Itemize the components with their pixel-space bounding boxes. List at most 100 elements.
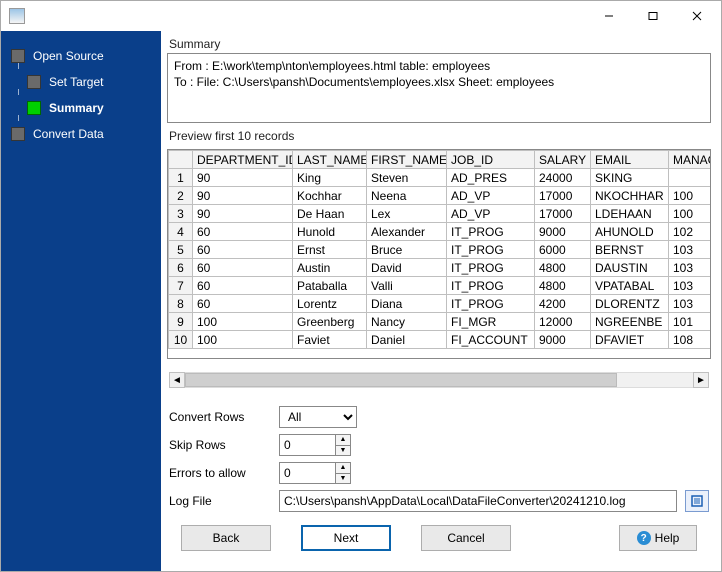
cell: 4200 (535, 295, 591, 313)
errors-allow-input[interactable] (279, 462, 335, 484)
col-header[interactable]: MANAG (669, 151, 712, 169)
row-index: 1 (169, 169, 193, 187)
cell: 90 (193, 205, 293, 223)
help-icon: ? (637, 531, 651, 545)
header-row: DEPARTMENT_ID LAST_NAME FIRST_NAME JOB_I… (169, 151, 712, 169)
cell: 60 (193, 259, 293, 277)
spin-down-icon[interactable]: ▼ (335, 445, 351, 457)
cell: NKOCHHAR (591, 187, 669, 205)
spin-up-icon[interactable]: ▲ (335, 462, 351, 473)
step-box-icon (27, 101, 41, 115)
next-button[interactable]: Next (301, 525, 391, 551)
row-index: 6 (169, 259, 193, 277)
step-box-icon (27, 75, 41, 89)
maximize-button[interactable] (631, 2, 675, 30)
cell: AD_PRES (447, 169, 535, 187)
cell: 4800 (535, 259, 591, 277)
errors-allow-stepper[interactable]: ▲▼ (279, 462, 351, 484)
sidebar-item-set-target[interactable]: Set Target (1, 69, 161, 95)
table-row[interactable]: 190KingStevenAD_PRES24000SKING (169, 169, 712, 187)
cell: 6000 (535, 241, 591, 259)
horizontal-scrollbar[interactable]: ◄ ► (169, 371, 709, 389)
preview-grid[interactable]: DEPARTMENT_ID LAST_NAME FIRST_NAME JOB_I… (167, 149, 711, 359)
wizard-sidebar: Open Source Set Target Summary Convert D… (1, 31, 161, 571)
cell: AD_VP (447, 205, 535, 223)
table-row[interactable]: 10100FavietDanielFI_ACCOUNT9000DFAVIET10… (169, 331, 712, 349)
col-header[interactable]: EMAIL (591, 151, 669, 169)
scroll-right-icon[interactable]: ► (693, 372, 709, 388)
cell: 103 (669, 277, 712, 295)
sidebar-item-label: Set Target (49, 75, 103, 89)
table-row[interactable]: 560ErnstBruceIT_PROG6000BERNST103 (169, 241, 712, 259)
cell: 60 (193, 241, 293, 259)
row-index: 8 (169, 295, 193, 313)
preview-table: DEPARTMENT_ID LAST_NAME FIRST_NAME JOB_I… (168, 150, 711, 349)
cell: IT_PROG (447, 223, 535, 241)
col-header[interactable]: DEPARTMENT_ID (193, 151, 293, 169)
spin-down-icon[interactable]: ▼ (335, 473, 351, 485)
table-row[interactable]: 9100GreenbergNancyFI_MGR12000NGREENBE101 (169, 313, 712, 331)
cell: BERNST (591, 241, 669, 259)
cell: Bruce (367, 241, 447, 259)
table-row[interactable]: 460HunoldAlexanderIT_PROG9000AHUNOLD102 (169, 223, 712, 241)
app-icon (9, 8, 25, 24)
table-row[interactable]: 760PataballaValliIT_PROG4800VPATABAL103 (169, 277, 712, 295)
browse-log-button[interactable] (685, 490, 709, 512)
cell: 9000 (535, 331, 591, 349)
summary-from: From : E:\work\temp\nton\employees.html … (174, 58, 704, 74)
sidebar-item-convert-data[interactable]: Convert Data (1, 121, 161, 147)
help-label: Help (655, 531, 680, 545)
table-row[interactable]: 290KochharNeenaAD_VP17000NKOCHHAR100 (169, 187, 712, 205)
minimize-button[interactable] (587, 2, 631, 30)
scroll-thumb[interactable] (185, 373, 617, 387)
col-header[interactable]: SALARY (535, 151, 591, 169)
cancel-button[interactable]: Cancel (421, 525, 511, 551)
sidebar-item-open-source[interactable]: Open Source (1, 43, 161, 69)
col-header-index[interactable] (169, 151, 193, 169)
convert-rows-select[interactable]: All (279, 406, 357, 428)
col-header[interactable]: FIRST_NAME (367, 151, 447, 169)
scroll-left-icon[interactable]: ◄ (169, 372, 185, 388)
help-button[interactable]: ? Help (619, 525, 697, 551)
errors-allow-label: Errors to allow (169, 466, 279, 480)
row-index: 5 (169, 241, 193, 259)
cell: FI_ACCOUNT (447, 331, 535, 349)
cell: Alexander (367, 223, 447, 241)
table-row[interactable]: 390De HaanLexAD_VP17000LDEHAAN100 (169, 205, 712, 223)
cell: IT_PROG (447, 277, 535, 295)
back-button[interactable]: Back (181, 525, 271, 551)
cell: Kochhar (293, 187, 367, 205)
skip-rows-label: Skip Rows (169, 438, 279, 452)
table-row[interactable]: 860LorentzDianaIT_PROG4200DLORENTZ103 (169, 295, 712, 313)
cell: 100 (193, 313, 293, 331)
sidebar-item-summary[interactable]: Summary (1, 95, 161, 121)
cell: 108 (669, 331, 712, 349)
cell: 12000 (535, 313, 591, 331)
table-row[interactable]: 660AustinDavidIT_PROG4800DAUSTIN103 (169, 259, 712, 277)
cell: NGREENBE (591, 313, 669, 331)
cell: 103 (669, 295, 712, 313)
cell: AHUNOLD (591, 223, 669, 241)
close-button[interactable] (675, 2, 719, 30)
cell: 100 (669, 187, 712, 205)
log-file-input[interactable] (279, 490, 677, 512)
cell: Valli (367, 277, 447, 295)
col-header[interactable]: JOB_ID (447, 151, 535, 169)
cell: 60 (193, 277, 293, 295)
scroll-track[interactable] (185, 372, 693, 388)
cell: Lorentz (293, 295, 367, 313)
cell (669, 169, 712, 187)
cell: De Haan (293, 205, 367, 223)
cell: Ernst (293, 241, 367, 259)
skip-rows-input[interactable] (279, 434, 335, 456)
cell: DFAVIET (591, 331, 669, 349)
cell: Nancy (367, 313, 447, 331)
cell: 24000 (535, 169, 591, 187)
skip-rows-stepper[interactable]: ▲▼ (279, 434, 351, 456)
cell: IT_PROG (447, 241, 535, 259)
spin-up-icon[interactable]: ▲ (335, 434, 351, 445)
cell: LDEHAAN (591, 205, 669, 223)
file-icon (690, 494, 704, 508)
col-header[interactable]: LAST_NAME (293, 151, 367, 169)
options-panel: Convert Rows All Skip Rows ▲▼ Errors to … (167, 403, 711, 515)
